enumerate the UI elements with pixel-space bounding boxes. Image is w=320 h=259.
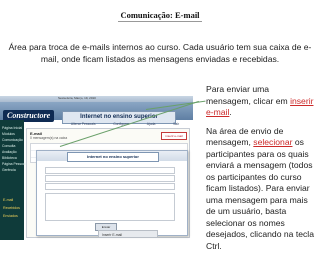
insert-email-button[interactable]: inserir e-mail [161, 132, 187, 140]
instructions: Para enviar uma mensagem, clicar em inse… [206, 84, 316, 259]
taskbar-item[interactable]: Inserir E-mail [98, 230, 158, 238]
sidebar-item-management[interactable]: Gerência [2, 168, 16, 172]
title-underline [118, 21, 202, 22]
compose-title: Internet no ensino superior [67, 152, 159, 162]
sidebar-button-sent[interactable]: Enviados [3, 214, 18, 218]
recipient-select[interactable] [45, 167, 175, 174]
compose-window: Internet no ensino superior Enviar [36, 150, 188, 236]
date-text: Sexta-feira, Março, 19, 2010 [58, 96, 96, 100]
sidebar-button-email[interactable]: E-mail [3, 198, 13, 202]
instruction-send: Para enviar uma mensagem, clicar em inse… [206, 84, 316, 119]
panel-subtitle: 0 mensagem(s) na caixa [30, 136, 68, 140]
sidebar-button-received[interactable]: Recebidos [3, 206, 20, 210]
instruction-send-text: Para enviar uma mensagem, clicar em [206, 84, 291, 106]
sidebar-item-modules[interactable]: Módulos [2, 132, 15, 136]
sidebar-item-evaluation[interactable]: Avaliação [2, 150, 17, 154]
slide-title: Comunicação: E-mail [120, 10, 200, 20]
intro-text: Área para troca de e-mails internos ao c… [8, 42, 312, 64]
select-highlight: selecionar [253, 137, 293, 147]
sidebar-item-home[interactable]: Página Inicial [2, 126, 22, 130]
app-screenshot: Sexta-feira, Março, 19, 2010 Constructor… [0, 96, 193, 240]
left-sidebar: Página Inicial Módulos Comunicação Consu… [0, 120, 26, 240]
recipient-list[interactable] [45, 175, 175, 182]
message-textarea[interactable] [45, 193, 175, 221]
instruction-send-end: . [229, 107, 232, 117]
sidebar-item-consult[interactable]: Consulta [2, 144, 15, 148]
subject-field[interactable] [45, 183, 175, 190]
instruction-select-rest: os participantes para os quais enviará a… [206, 137, 314, 251]
sidebar-item-library[interactable]: Biblioteca [2, 156, 17, 160]
instruction-select: Na área de envio de mensagem, selecionar… [206, 126, 316, 253]
compose-header: Internet no ensino superior [37, 151, 187, 162]
sidebar-item-personal-page[interactable]: Página Pessoal [2, 162, 26, 166]
sidebar-item-communication[interactable]: Comunicação [2, 138, 23, 142]
